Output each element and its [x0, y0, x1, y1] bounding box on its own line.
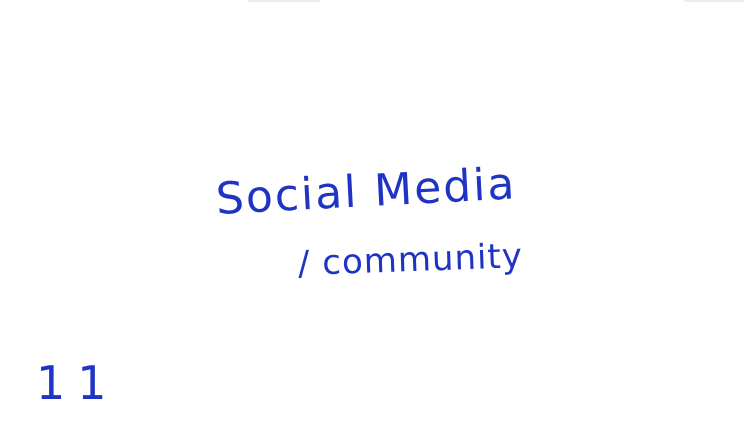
handwritten-tally-mark: 11 — [36, 356, 119, 410]
top-edge-smudge — [248, 0, 320, 2]
top-edge-smudge — [684, 0, 744, 2]
index-card: Social Media / community 11 — [0, 0, 744, 440]
handwritten-title: Social Media — [214, 158, 518, 225]
handwritten-subtitle: / community — [297, 236, 524, 284]
